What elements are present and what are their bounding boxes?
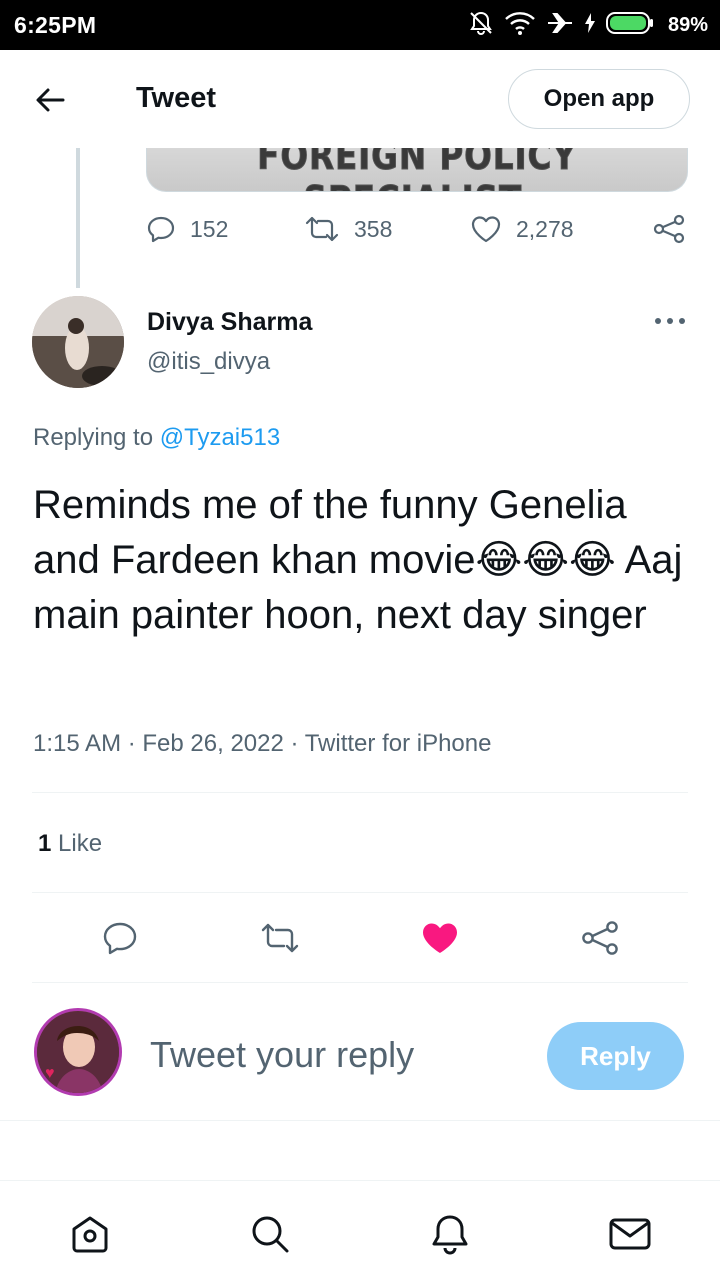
- author-avatar[interactable]: [32, 296, 124, 388]
- share-icon: [653, 214, 685, 244]
- author-handle[interactable]: @itis_divya: [147, 348, 270, 376]
- heart-outline-icon: [471, 216, 501, 243]
- likes-stat[interactable]: 1 Like: [38, 830, 102, 858]
- search-icon[interactable]: [247, 1211, 293, 1257]
- battery-icon: [605, 11, 654, 40]
- mute-icon: [468, 10, 494, 41]
- like-button[interactable]: [418, 916, 462, 960]
- parent-share-button[interactable]: [652, 214, 686, 244]
- page-title: Tweet: [136, 82, 217, 114]
- retweet-button[interactable]: [258, 916, 302, 960]
- tweet-timestamp[interactable]: 1:15 AM · Feb 26, 2022 · Twitter for iPh…: [33, 730, 491, 758]
- reply-submit-button[interactable]: Reply: [547, 1022, 684, 1090]
- likes-label: Like: [51, 830, 103, 857]
- messages-icon[interactable]: [607, 1211, 653, 1257]
- author-display-name[interactable]: Divya Sharma: [147, 308, 312, 337]
- tweet-actions: [0, 912, 720, 962]
- my-avatar[interactable]: ♥: [34, 1008, 122, 1096]
- reply-input[interactable]: Tweet your reply: [150, 1034, 414, 1076]
- parent-reply-count: 152: [190, 215, 229, 242]
- top-bar: Tweet Open app: [0, 50, 720, 148]
- divider: [32, 892, 688, 893]
- replying-to-mention[interactable]: @Tyzai513: [160, 424, 280, 451]
- parent-tweet-actions: 152 358 2,278: [146, 214, 691, 258]
- reply-icon: [147, 216, 175, 243]
- reply-button[interactable]: [98, 916, 142, 960]
- status-icons: 89%: [468, 10, 708, 40]
- retweet-icon: [305, 216, 339, 242]
- divider: [32, 792, 688, 793]
- divider: [32, 982, 688, 983]
- divider: [0, 1120, 720, 1121]
- status-time: 6:25PM: [14, 12, 97, 38]
- more-options-icon[interactable]: [650, 306, 690, 336]
- replying-to-prefix: Replying to: [33, 424, 160, 451]
- airplane-icon: [546, 10, 574, 41]
- heart-badge-icon: ♥: [45, 1065, 55, 1082]
- parent-tweet-media[interactable]: FOREIGN POLICY SPECIALIST.: [146, 148, 688, 192]
- parent-reply-button[interactable]: 152: [146, 214, 228, 244]
- open-app-button[interactable]: Open app: [508, 69, 690, 129]
- tweet-text: Reminds me of the funny Genelia and Fard…: [33, 483, 683, 637]
- back-arrow-icon[interactable]: [30, 80, 70, 120]
- media-caption: FOREIGN POLICY SPECIALIST.: [257, 148, 577, 191]
- battery-percent: 89%: [667, 13, 708, 36]
- wifi-icon: [504, 10, 536, 41]
- status-bar: 6:25PM 89%: [0, 0, 720, 50]
- likes-count: 1: [38, 830, 52, 857]
- home-icon[interactable]: [67, 1211, 113, 1257]
- retweet-icon: [261, 923, 299, 953]
- reply-icon: [103, 922, 137, 955]
- heart-filled-icon: [423, 923, 457, 953]
- parent-like-button[interactable]: 2,278: [470, 214, 574, 244]
- notifications-icon[interactable]: [427, 1211, 473, 1257]
- parent-like-count: 2,278: [516, 215, 574, 242]
- share-button[interactable]: [578, 916, 622, 960]
- replying-to: Replying to @Tyzai513: [33, 424, 280, 452]
- charging-icon: [584, 12, 596, 39]
- parent-retweet-count: 358: [354, 215, 393, 242]
- thread-line: [76, 148, 80, 288]
- share-icon: [582, 921, 618, 955]
- bottom-nav: [0, 1180, 720, 1280]
- parent-retweet-button[interactable]: 358: [304, 214, 392, 244]
